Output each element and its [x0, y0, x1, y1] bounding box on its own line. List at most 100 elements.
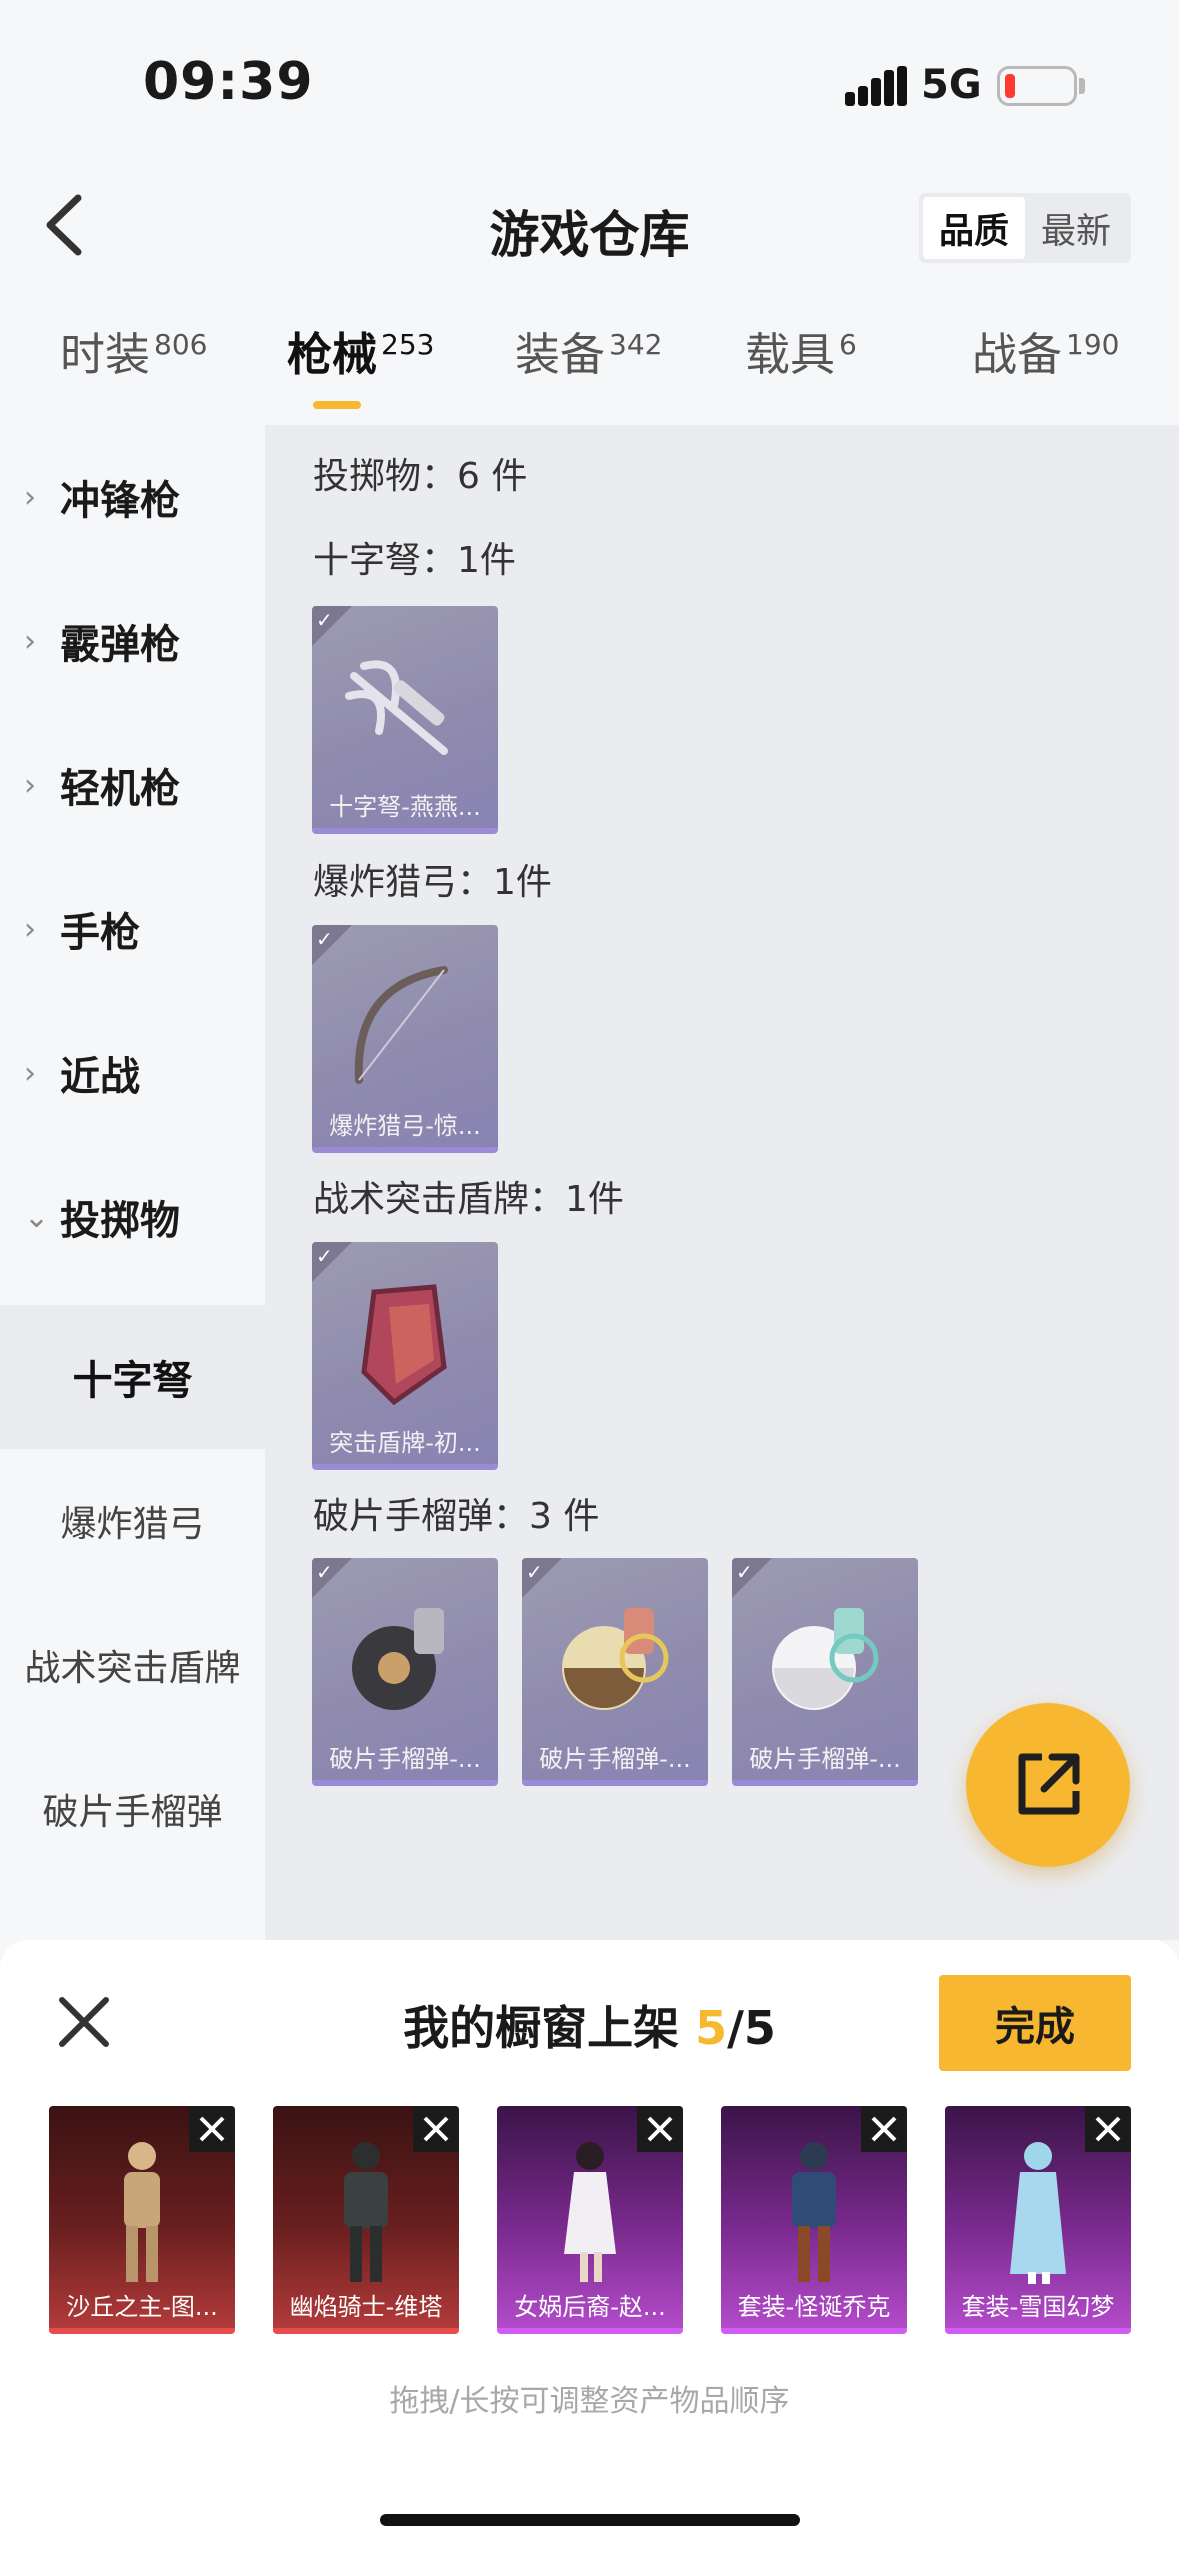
item-label: 套装-雪国幻梦 — [961, 2293, 1115, 2321]
sidebar-item-label: 霰弹枪 — [60, 622, 180, 668]
reorder-hint: 拖拽/长按可调整资产物品顺序 — [389, 2384, 790, 2419]
battery-icon — [997, 66, 1077, 106]
signal-icon — [845, 66, 907, 106]
section-title-frag-grenade: 破片手榴弹：3 件 — [313, 1496, 600, 1537]
sidebar-item-melee[interactable]: › 近战 — [0, 1001, 265, 1145]
grenade-icon — [562, 1608, 669, 1710]
status-time: 09:39 — [143, 52, 314, 112]
tab-count: 190 — [1066, 328, 1120, 361]
tab-count: 253 — [381, 328, 435, 361]
sidebar-item-lmg[interactable]: › 轻机枪 — [0, 713, 265, 857]
tab-guns[interactable]: 枪械 253 — [287, 318, 434, 383]
remove-item-button[interactable] — [861, 2106, 907, 2152]
item-label: 女娲后裔-赵... — [514, 2293, 666, 2321]
check-icon: ✓ — [316, 1244, 333, 1268]
check-icon: ✓ — [316, 927, 333, 951]
sidebar-item-label: 近战 — [60, 1054, 140, 1100]
crossbow-icon — [345, 660, 448, 755]
item-card-frag-grenade-3[interactable]: ✓ 破片手榴弹-... — [732, 1558, 918, 1786]
section-title-assault-shield: 战术突击盾牌：1件 — [313, 1179, 624, 1220]
item-label: 破片手榴弹-... — [749, 1745, 901, 1773]
close-sheet-button[interactable] — [56, 1994, 112, 2050]
chevron-right-icon: › — [24, 623, 36, 659]
item-label: 爆炸猎弓-惊... — [329, 1112, 481, 1140]
character-figure — [344, 2142, 388, 2282]
character-figure — [792, 2142, 836, 2282]
chevron-right-icon: › — [24, 767, 36, 803]
character-figure — [1010, 2142, 1066, 2284]
sidebar-item-pistol[interactable]: › 手枪 — [0, 857, 265, 1001]
close-icon — [871, 2116, 897, 2142]
item-label: 十字弩-燕燕... — [329, 793, 481, 821]
remove-item-button[interactable] — [1085, 2106, 1131, 2152]
check-icon: ✓ — [316, 608, 333, 632]
showcase-item-4[interactable]: 套装-怪诞乔克 — [721, 2106, 907, 2334]
tab-supplies[interactable]: 战备 190 — [972, 318, 1119, 383]
item-label: 破片手榴弹-... — [539, 1745, 691, 1773]
showcase-item-3[interactable]: 女娲后裔-赵... — [497, 2106, 683, 2334]
sidebar-item-label: 手枪 — [60, 910, 140, 956]
tab-fashion[interactable]: 时装 806 — [60, 318, 207, 383]
tab-count: 342 — [609, 328, 663, 361]
sidebar-subitem-explosive-bow[interactable]: 爆炸猎弓 — [0, 1449, 265, 1593]
sort-newest-option[interactable]: 最新 — [1025, 197, 1127, 259]
sidebar-item-label: 冲锋枪 — [60, 478, 180, 524]
check-icon: ✓ — [316, 1560, 333, 1584]
shield-icon — [361, 1284, 447, 1406]
sidebar-item-smg[interactable]: › 冲锋枪 — [0, 425, 265, 569]
tab-count: 806 — [154, 328, 208, 361]
done-button[interactable]: 完成 — [939, 1975, 1131, 2071]
item-label: 突击盾牌-初... — [329, 1429, 481, 1457]
battery-tip — [1079, 78, 1085, 94]
sidebar-item-shotgun[interactable]: › 霰弹枪 — [0, 569, 265, 713]
share-icon — [1018, 1753, 1080, 1815]
sidebar-subitem-crossbow[interactable]: 十字弩 — [0, 1305, 265, 1449]
section-title-explosive-bow: 爆炸猎弓：1件 — [313, 862, 552, 903]
category-sidebar: › 冲锋枪 › 霰弹枪 › 轻机枪 › 手枪 › 近战 ⌄ 投掷物 十字弩 爆炸猎弓 战术突… — [0, 425, 265, 1940]
sidebar-subitem-assault-shield[interactable]: 战术突击盾牌 — [0, 1593, 265, 1737]
chevron-right-icon: › — [24, 1055, 36, 1091]
item-label: 幽焰骑士-维塔 — [289, 2293, 443, 2321]
network-label: 5G — [921, 62, 982, 108]
tab-label: 载具 — [745, 328, 836, 381]
sidebar-item-label: 投掷物 — [60, 1198, 180, 1244]
remove-item-button[interactable] — [413, 2106, 459, 2152]
close-icon — [59, 1997, 109, 2047]
grenade-icon — [352, 1608, 444, 1710]
item-card-crossbow[interactable]: ✓ 十字弩-燕燕... — [312, 606, 498, 834]
item-label: 破片手榴弹-... — [329, 1745, 481, 1773]
home-indicator[interactable] — [380, 2514, 800, 2526]
back-button[interactable] — [38, 190, 98, 260]
sort-quality-option[interactable]: 品质 — [923, 197, 1025, 259]
chevron-right-icon: › — [24, 911, 36, 947]
sidebar-item-label: 轻机枪 — [60, 766, 180, 812]
item-card-explosive-bow[interactable]: ✓ 爆炸猎弓-惊... — [312, 925, 498, 1153]
share-button[interactable] — [966, 1703, 1130, 1867]
close-icon — [1095, 2116, 1121, 2142]
item-card-assault-shield[interactable]: ✓ 突击盾牌-初... — [312, 1242, 498, 1470]
throwables-summary: 投掷物：6 件 — [313, 456, 528, 497]
sort-toggle: 品质 最新 — [919, 193, 1131, 263]
item-card-frag-grenade-1[interactable]: ✓ 破片手榴弹-... — [312, 1558, 498, 1786]
close-icon — [647, 2116, 673, 2142]
showcase-item-1[interactable]: 沙丘之主-图... — [49, 2106, 235, 2334]
check-icon: ✓ — [526, 1560, 543, 1584]
showcase-item-5[interactable]: 套装-雪国幻梦 — [945, 2106, 1131, 2334]
showcase-item-2[interactable]: 幽焰骑士-维塔 — [273, 2106, 459, 2334]
tab-label: 枪械 — [287, 328, 378, 381]
item-card-frag-grenade-2[interactable]: ✓ 破片手榴弹-... — [522, 1558, 708, 1786]
section-title-crossbow: 十字弩：1件 — [313, 540, 516, 581]
close-icon — [423, 2116, 449, 2142]
tab-equipment[interactable]: 装备 342 — [515, 318, 662, 383]
sidebar-item-throwables[interactable]: ⌄ 投掷物 — [0, 1145, 265, 1289]
tab-vehicles[interactable]: 载具 6 — [745, 318, 857, 383]
remove-item-button[interactable] — [189, 2106, 235, 2152]
back-arrow-icon — [46, 194, 82, 256]
chevron-right-icon: › — [24, 479, 36, 515]
sidebar-subitem-frag-grenade[interactable]: 破片手榴弹 — [0, 1737, 265, 1881]
tab-label: 时装 — [60, 328, 151, 381]
item-label: 沙丘之主-图... — [66, 2293, 218, 2321]
remove-item-button[interactable] — [637, 2106, 683, 2152]
character-figure — [124, 2142, 160, 2282]
check-icon: ✓ — [736, 1560, 753, 1584]
